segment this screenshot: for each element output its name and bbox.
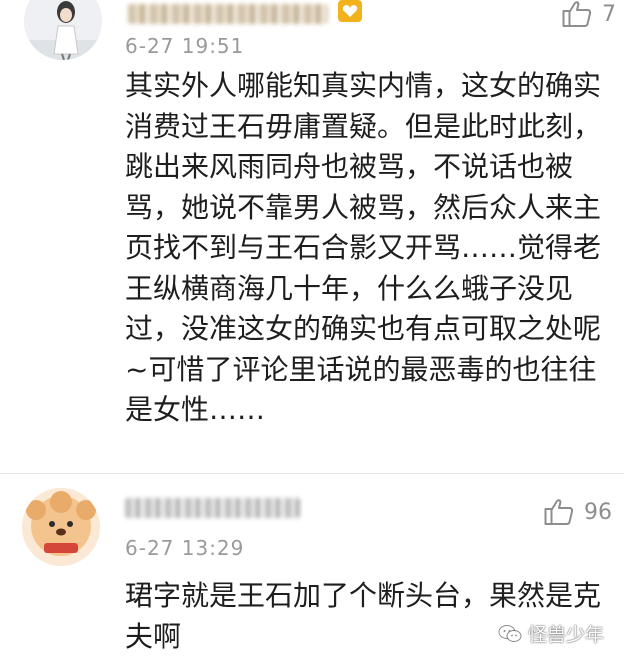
- thumbs-up-icon: [562, 0, 592, 28]
- thumbs-up-icon: [544, 498, 574, 526]
- divider: [0, 473, 624, 474]
- watermark: 怪兽少年: [498, 620, 604, 647]
- comment-time: 6-27 19:51: [125, 34, 245, 58]
- comment-item: 6-27 19:51 7 其实外人哪能知真实内情，这女的确实消费过王石毋庸置疑。…: [0, 0, 624, 470]
- like-button[interactable]: 96: [544, 498, 612, 526]
- wechat-icon: [498, 624, 522, 644]
- username[interactable]: [128, 4, 328, 24]
- avatar[interactable]: [24, 0, 102, 60]
- username[interactable]: [125, 498, 300, 518]
- comment-time: 6-27 13:29: [125, 536, 245, 560]
- like-count: 96: [584, 499, 612, 525]
- comment-text: 其实外人哪能知真实内情，这女的确实消费过王石毋庸置疑。但是此时此刻，跳出来风雨同…: [125, 69, 602, 426]
- like-count: 7: [602, 1, 616, 27]
- vip-badge-icon: [338, 0, 362, 22]
- avatar[interactable]: [22, 488, 100, 566]
- like-button[interactable]: 7: [562, 0, 616, 28]
- watermark-text: 怪兽少年: [527, 624, 604, 646]
